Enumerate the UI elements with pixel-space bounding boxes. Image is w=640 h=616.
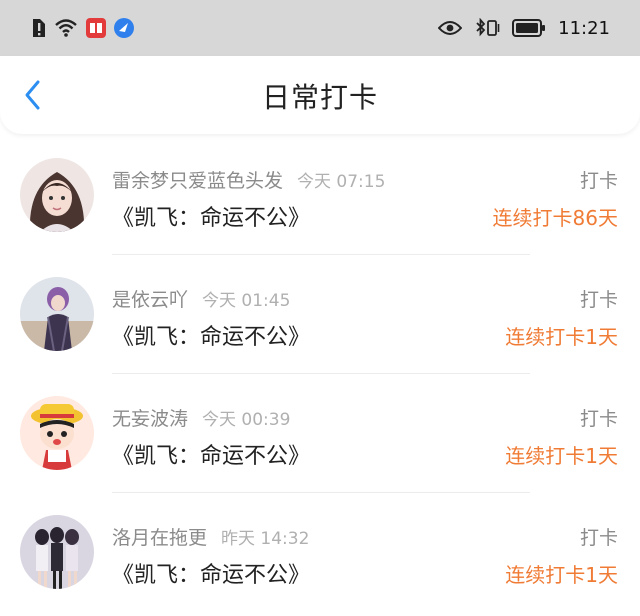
user-name[interactable]: 洛月在拖更 昨天 14:32 xyxy=(112,523,309,550)
avatar[interactable] xyxy=(20,396,94,470)
status-time: 11:21 xyxy=(558,17,610,39)
status-icons-right: 11:21 xyxy=(438,18,610,39)
checkin-tag: 打卡 xyxy=(579,289,618,311)
streak-label: 连续打卡1天 xyxy=(505,563,618,587)
wifi-icon xyxy=(54,18,78,38)
checkin-tag: 打卡 xyxy=(579,408,618,430)
checkin-row[interactable]: 是依云吖 今天 01:45 《凯飞：命运不公》 打卡 连续打卡1天 xyxy=(0,255,640,374)
user-name-text[interactable]: 无妄波涛 xyxy=(112,408,188,430)
bluetooth-vibrate-icon xyxy=(474,18,500,38)
checkin-row[interactable]: 无妄波涛 今天 00:39 《凯飞：命运不公》 打卡 连续打卡1天 xyxy=(0,374,640,493)
status-bar: 11:21 xyxy=(0,0,640,56)
book-title[interactable]: 《凯飞：命运不公》 xyxy=(112,319,310,351)
checkin-time: 今天 01:45 xyxy=(202,291,291,311)
browser-app-icon xyxy=(114,18,134,38)
checkin-tag: 打卡 xyxy=(579,527,618,549)
user-name[interactable]: 是依云吖 今天 01:45 xyxy=(112,285,290,312)
status-icons-left xyxy=(30,18,134,38)
user-name-text[interactable]: 雷余梦只爱蓝色头发 xyxy=(112,170,283,192)
avatar[interactable] xyxy=(20,277,94,351)
book-title[interactable]: 《凯飞：命运不公》 xyxy=(112,438,310,470)
page-header: 日常打卡 xyxy=(0,56,640,134)
user-name[interactable]: 雷余梦只爱蓝色头发 今天 07:15 xyxy=(112,166,385,193)
book-title[interactable]: 《凯飞：命运不公》 xyxy=(112,557,310,589)
page-title: 日常打卡 xyxy=(261,81,378,114)
checkin-tag: 打卡 xyxy=(579,170,618,192)
checkin-row[interactable]: 洛月在拖更 昨天 14:32 《凯飞：命运不公》 打卡 连续打卡1天 xyxy=(0,493,640,612)
checkin-time: 今天 07:15 xyxy=(297,172,386,192)
streak-label: 连续打卡86天 xyxy=(492,206,618,230)
user-name-text[interactable]: 是依云吖 xyxy=(112,289,188,311)
avatar[interactable] xyxy=(20,515,94,589)
avatar[interactable] xyxy=(20,158,94,232)
battery-icon xyxy=(512,19,546,37)
user-name-text[interactable]: 洛月在拖更 xyxy=(112,527,207,549)
checkin-time: 昨天 14:32 xyxy=(221,529,310,549)
checkin-row[interactable]: 雷余梦只爱蓝色头发 今天 07:15 《凯飞：命运不公》 打卡 连续打卡86天 xyxy=(0,136,640,255)
checkin-list: 雷余梦只爱蓝色头发 今天 07:15 《凯飞：命运不公》 打卡 连续打卡86天 是… xyxy=(0,136,640,612)
eye-icon xyxy=(438,20,463,36)
book-title[interactable]: 《凯飞：命运不公》 xyxy=(112,200,310,232)
streak-label: 连续打卡1天 xyxy=(505,325,618,349)
book-app-icon xyxy=(86,18,106,38)
checkin-time: 今天 00:39 xyxy=(202,410,291,430)
streak-label: 连续打卡1天 xyxy=(505,444,618,468)
user-name[interactable]: 无妄波涛 今天 00:39 xyxy=(112,404,290,431)
alert-icon xyxy=(30,18,46,38)
